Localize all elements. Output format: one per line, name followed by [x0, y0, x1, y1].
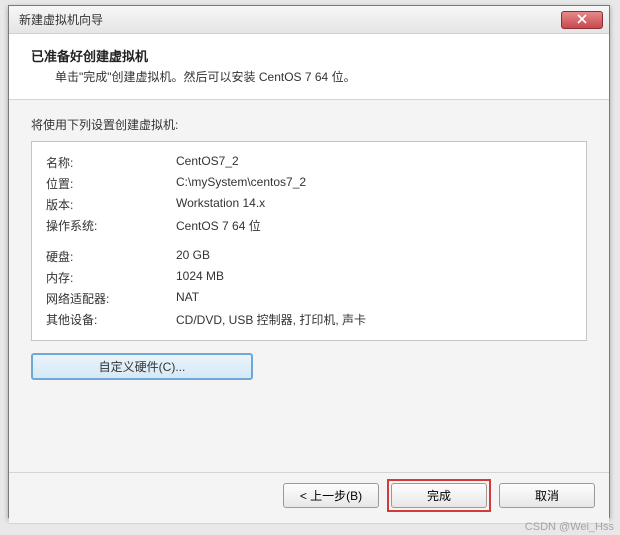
summary-value: CentOS 7 64 位	[176, 215, 572, 236]
summary-row: 网络适配器: NAT	[46, 288, 572, 309]
finish-button[interactable]: 完成	[391, 483, 487, 508]
finish-highlight: 完成	[387, 479, 491, 512]
summary-label: 内存:	[46, 267, 176, 288]
cancel-button[interactable]: 取消	[499, 483, 595, 508]
summary-label: 位置:	[46, 173, 176, 194]
summary-value: CD/DVD, USB 控制器, 打印机, 声卡	[176, 309, 572, 330]
summary-row: 其他设备: CD/DVD, USB 控制器, 打印机, 声卡	[46, 309, 572, 330]
summary-row: 硬盘: 20 GB	[46, 236, 572, 267]
content-area: 将使用下列设置创建虚拟机: 名称: CentOS7_2 位置: C:\mySys…	[9, 100, 609, 524]
window-title: 新建虚拟机向导	[19, 11, 561, 28]
summary-row: 内存: 1024 MB	[46, 267, 572, 288]
summary-box: 名称: CentOS7_2 位置: C:\mySystem\centos7_2 …	[31, 141, 587, 341]
titlebar: 新建虚拟机向导	[9, 6, 609, 34]
summary-value: CentOS7_2	[176, 152, 572, 173]
header-panel: 已准备好创建虚拟机 单击"完成"创建虚拟机。然后可以安装 CentOS 7 64…	[9, 34, 609, 100]
summary-label: 其他设备:	[46, 309, 176, 330]
summary-label: 硬盘:	[46, 236, 176, 267]
summary-label: 名称:	[46, 152, 176, 173]
summary-value: NAT	[176, 288, 572, 309]
summary-row: 名称: CentOS7_2	[46, 152, 572, 173]
wizard-dialog: 新建虚拟机向导 已准备好创建虚拟机 单击"完成"创建虚拟机。然后可以安装 Cen…	[8, 5, 610, 518]
lead-text: 将使用下列设置创建虚拟机:	[31, 116, 587, 133]
summary-label: 网络适配器:	[46, 288, 176, 309]
window-close-button[interactable]	[561, 11, 603, 29]
summary-table: 名称: CentOS7_2 位置: C:\mySystem\centos7_2 …	[46, 152, 572, 330]
header-subtitle: 单击"完成"创建虚拟机。然后可以安装 CentOS 7 64 位。	[31, 68, 587, 85]
summary-row: 操作系统: CentOS 7 64 位	[46, 215, 572, 236]
customize-hardware-button[interactable]: 自定义硬件(C)...	[31, 353, 253, 380]
summary-row: 位置: C:\mySystem\centos7_2	[46, 173, 572, 194]
summary-row: 版本: Workstation 14.x	[46, 194, 572, 215]
summary-label: 版本:	[46, 194, 176, 215]
close-icon	[577, 13, 587, 27]
summary-value: 20 GB	[176, 236, 572, 267]
summary-value: 1024 MB	[176, 267, 572, 288]
header-title: 已准备好创建虚拟机	[31, 46, 587, 65]
summary-label: 操作系统:	[46, 215, 176, 236]
summary-value: C:\mySystem\centos7_2	[176, 173, 572, 194]
button-bar: < 上一步(B) 完成 取消	[9, 472, 609, 517]
summary-value: Workstation 14.x	[176, 194, 572, 215]
back-button[interactable]: < 上一步(B)	[283, 483, 379, 508]
